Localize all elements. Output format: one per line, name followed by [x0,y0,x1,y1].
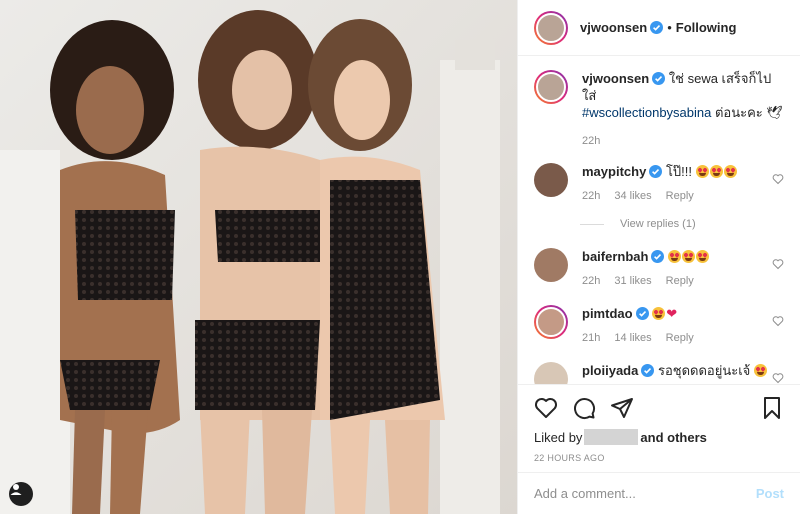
redacted-username [584,429,639,445]
caption-text-after: ต่อนะคะ 🕊 [714,105,783,120]
post-timestamp[interactable]: 22 HOURS AGO [534,453,784,463]
red-heart-emoji: ❤ [666,306,678,321]
share-paper-plane-icon[interactable] [610,396,634,420]
heart-eyes-emoji-icon [696,250,710,263]
verified-badge-icon [649,165,663,178]
add-comment-bar: Post [518,472,800,514]
replies-divider [580,223,604,225]
post-sidebar: vjwoonsen • Following vjwoonsen ใช่ sewa… [517,0,800,514]
comment-input[interactable] [534,486,756,501]
verified-badge-icon [641,364,655,377]
like-comment-heart-icon[interactable] [772,372,784,384]
comment-item: pimtdao ❤ 21h 14 likes Reply [534,305,784,344]
comment-bubble-icon[interactable] [572,396,596,420]
caption: vjwoonsen ใช่ sewa เสร็จก็ไปใส่ #wscolle… [534,70,784,147]
verified-badge-icon [651,250,665,263]
view-replies-button[interactable]: View replies (1) [580,218,784,230]
post-actions: Liked by and others 22 HOURS AGO [518,384,800,472]
following-button[interactable]: Following [676,20,737,35]
author-avatar[interactable] [534,10,568,45]
caption-avatar[interactable] [534,70,568,104]
comments-list[interactable]: vjwoonsen ใช่ sewa เสร็จก็ไปใส่ #wscolle… [518,56,800,384]
likes-summary[interactable]: Liked by and others [534,429,784,445]
heart-eyes-emoji-icon [695,165,709,178]
comment-time[interactable]: 22h [582,275,600,287]
caption-time[interactable]: 22h [582,135,600,147]
post-header: vjwoonsen • Following [518,0,800,56]
reply-button[interactable]: Reply [666,332,694,344]
heart-eyes-emoji-icon [682,250,696,263]
comment-item: maypitchy โป๊!!! 22h 34 likes Reply [534,163,784,202]
caption-username[interactable]: vjwoonsen [582,71,649,86]
comment-time[interactable]: 22h [582,190,600,202]
header-separator: • [667,20,672,35]
heart-eyes-emoji-icon [652,307,666,320]
view-replies-label: View replies (1) [620,218,696,230]
save-bookmark-icon[interactable] [760,396,784,420]
commenter-avatar[interactable] [534,362,568,384]
like-comment-heart-icon[interactable] [772,173,784,185]
likes-suffix[interactable]: and others [640,430,706,445]
heart-eyes-emoji-icon [753,364,767,377]
comment-username[interactable]: maypitchy [582,164,646,179]
likes-prefix: Liked by [534,429,583,445]
like-comment-heart-icon[interactable] [772,315,784,327]
user-icon [10,484,22,495]
heart-eyes-emoji-icon [709,165,723,178]
tagged-users-button[interactable] [9,482,33,506]
verified-badge-icon [635,307,649,320]
comment-time[interactable]: 21h [582,332,600,344]
author-username[interactable]: vjwoonsen [580,20,647,35]
comment-text: รอชุดดดอยู่นะเจ้ [657,363,751,378]
commenter-avatar[interactable] [534,163,568,197]
verified-badge-icon [650,21,664,34]
post-comment-button[interactable]: Post [756,486,784,501]
like-comment-heart-icon[interactable] [772,258,784,270]
reply-button[interactable]: Reply [666,190,694,202]
post-photo [0,0,517,514]
comment-likes[interactable]: 14 likes [614,332,651,344]
instagram-post-modal: vjwoonsen • Following vjwoonsen ใช่ sewa… [0,0,800,514]
like-heart-icon[interactable] [534,396,558,420]
comment-username[interactable]: ploiiyada [582,363,638,378]
commenter-avatar[interactable] [534,305,568,339]
post-image[interactable] [0,0,517,514]
heart-eyes-emoji-icon [723,165,737,178]
reply-button[interactable]: Reply [666,275,694,287]
caption-hashtag[interactable]: #wscollectionbysabina [582,105,711,120]
verified-badge-icon [652,72,666,85]
comment-item: ploiiyada รอชุดดดอยู่นะเจ้ [534,362,784,384]
heart-eyes-emoji-icon [668,250,682,263]
comment-likes[interactable]: 31 likes [614,275,651,287]
comment-item: baifernbah 22h 31 likes Reply [534,248,784,287]
comment-text: โป๊!!! [665,164,693,179]
commenter-avatar[interactable] [534,248,568,282]
comment-likes[interactable]: 34 likes [614,190,651,202]
comment-username[interactable]: pimtdao [582,306,633,321]
comment-username[interactable]: baifernbah [582,249,648,264]
